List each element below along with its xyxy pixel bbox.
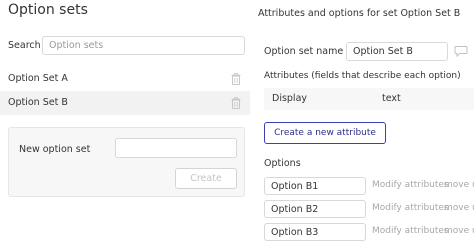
list-item[interactable]: Option Set A <box>0 67 250 91</box>
search-label: Search <box>8 40 41 51</box>
option-row: Modify attributes move u <box>264 200 474 218</box>
comment-icon[interactable] <box>454 45 468 57</box>
modify-attributes-link[interactable]: Modify attributes <box>372 226 449 236</box>
option-set-list: Option Set A Option Set B <box>0 67 250 115</box>
move-up-link[interactable]: move u <box>444 180 474 190</box>
list-item-label: Option Set B <box>8 97 68 108</box>
attributes-panel: Attributes and options for set Option Se… <box>250 0 474 250</box>
option-value-input[interactable] <box>264 177 366 195</box>
move-up-link[interactable]: move u <box>444 226 474 236</box>
attribute-row: Display text <box>264 88 474 110</box>
option-sets-panel: Option sets Search Option Set A Option S… <box>0 0 250 250</box>
new-option-set-input[interactable] <box>115 138 237 158</box>
attributes-panel-title: Attributes and options for set Option Se… <box>258 8 461 19</box>
modify-attributes-link[interactable]: Modify attributes <box>372 180 449 190</box>
new-option-set-label: New option set <box>19 144 91 155</box>
option-value-input[interactable] <box>264 223 366 241</box>
create-button[interactable]: Create <box>175 168 237 189</box>
option-row: Modify attributes move u <box>264 223 474 241</box>
attribute-type: text <box>382 93 401 104</box>
attribute-name: Display <box>272 93 308 104</box>
create-attribute-button[interactable]: Create a new attribute <box>264 122 386 144</box>
option-sets-title: Option sets <box>8 2 88 18</box>
option-row: Modify attributes move u <box>264 177 474 195</box>
trash-icon[interactable] <box>231 73 241 85</box>
option-set-name-input[interactable] <box>346 42 448 61</box>
list-item-label: Option Set A <box>8 73 68 84</box>
move-up-link[interactable]: move u <box>444 203 474 213</box>
attributes-title: Attributes (fields that describe each op… <box>264 71 461 81</box>
option-set-name-label: Option set name <box>264 46 344 57</box>
modify-attributes-link[interactable]: Modify attributes <box>372 203 449 213</box>
trash-icon[interactable] <box>231 97 241 109</box>
search-input[interactable] <box>42 36 245 55</box>
list-item[interactable]: Option Set B <box>0 91 250 115</box>
options-title: Options <box>264 158 301 169</box>
new-option-set-form: New option set Create <box>8 127 245 197</box>
option-value-input[interactable] <box>264 200 366 218</box>
